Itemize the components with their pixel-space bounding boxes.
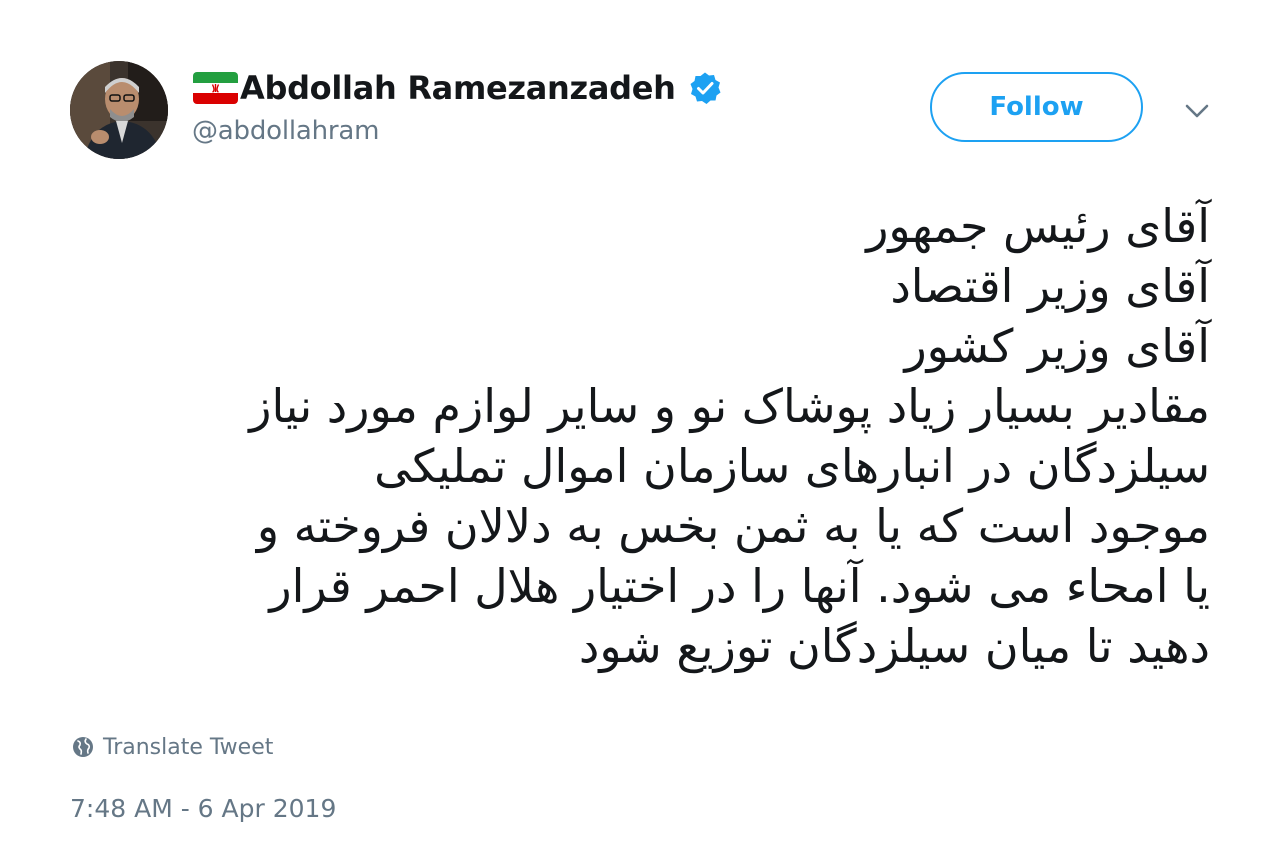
avatar[interactable] <box>70 61 168 159</box>
tweet-text-line: مقادیر بسیار زیاد پوشاک نو و سایر لوازم … <box>249 379 1210 433</box>
tweet-text-line: سیلزدگان در انبارهای سازمان اموال تملیکی <box>374 439 1210 493</box>
tweet-text-line: دهید تا میان سیلزدگان توزیع شود <box>578 619 1210 673</box>
tweet-text-line: موجود است که یا به ثمن بخس به دلالان فرو… <box>256 499 1210 553</box>
tweet-text-line: آقای وزیر اقتصاد <box>890 259 1210 313</box>
tweet-text-line: آقای رئیس جمهور <box>866 199 1210 253</box>
chevron-down-icon[interactable] <box>1182 98 1212 124</box>
globe-icon <box>73 737 93 757</box>
follow-button[interactable]: Follow <box>930 72 1143 142</box>
translate-tweet-link[interactable]: Translate Tweet <box>72 732 273 762</box>
tweet-card: Abdollah Ramezanzadeh @abdollahram Follo… <box>0 0 1280 850</box>
tweet-text-line: یا امحاء می شود. آنها را در اختیار هلال … <box>269 559 1210 613</box>
verified-badge-icon <box>690 72 721 104</box>
name-row: Abdollah Ramezanzadeh <box>192 65 722 111</box>
tweet-text: آقای رئیس جمهور آقای وزیر اقتصاد آقای وز… <box>60 196 1210 676</box>
user-handle[interactable]: @abdollahram <box>192 116 379 146</box>
avatar-image <box>70 61 168 159</box>
translate-label: Translate Tweet <box>103 734 274 760</box>
iran-flag-icon <box>193 72 238 104</box>
tweet-text-line: آقای وزیر کشور <box>904 319 1210 373</box>
display-name[interactable]: Abdollah Ramezanzadeh <box>240 69 676 107</box>
tweet-timestamp[interactable]: 7:48 AM - 6 Apr 2019 <box>70 794 336 823</box>
